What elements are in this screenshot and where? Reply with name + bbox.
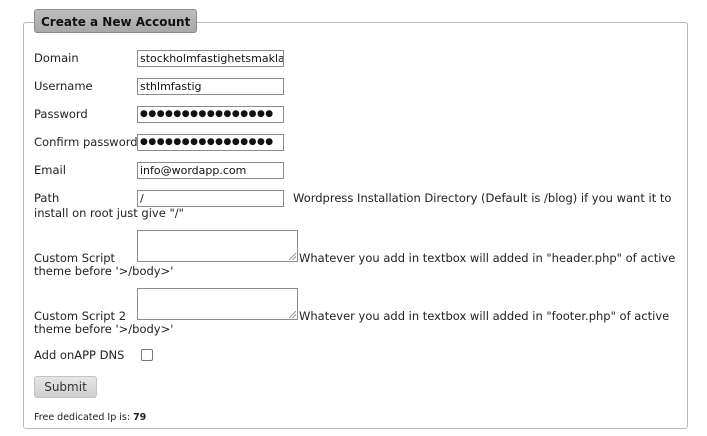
password-input[interactable]: ●●●●●●●●●●●●●●●● <box>137 106 284 123</box>
free-ip-label: Free dedicated Ip is: <box>34 412 131 423</box>
form-fieldset <box>23 22 688 429</box>
custom-script-label: Custom Script <box>34 251 116 265</box>
add-onapp-dns-checkbox[interactable] <box>141 349 153 361</box>
confirm-password-input[interactable]: ●●●●●●●●●●●●●●●● <box>137 134 284 151</box>
path-input[interactable]: / <box>137 190 284 207</box>
resize-grip-icon[interactable] <box>289 311 296 318</box>
submit-button[interactable]: Submit <box>34 376 97 398</box>
confirm-password-label: Confirm password <box>34 135 138 149</box>
free-ip-value: 79 <box>133 412 147 423</box>
form-legend: Create a New Account <box>34 9 198 33</box>
resize-grip-icon[interactable] <box>289 253 296 260</box>
custom-script-note-line2: theme before '>/body>' <box>34 264 174 278</box>
domain-label: Domain <box>34 51 79 65</box>
custom-script-2-note-line2: theme before '>/body>' <box>34 322 174 336</box>
path-note-line1: Wordpress Installation Directory (Defaul… <box>293 191 672 205</box>
path-note-line2: install on root just give "/" <box>34 206 184 220</box>
username-input[interactable]: sthlmfastig <box>137 78 284 95</box>
email-input[interactable]: info@wordapp.com <box>137 162 284 179</box>
free-ip-line: Free dedicated Ip is: 79 <box>34 412 146 423</box>
password-label: Password <box>34 107 88 121</box>
email-label: Email <box>34 163 66 177</box>
domain-input[interactable]: stockholmfastighetsmakla <box>137 50 284 67</box>
custom-script-textarea[interactable] <box>137 230 298 262</box>
custom-script-note: Whatever you add in textbox will added i… <box>299 251 676 265</box>
custom-script-2-note: Whatever you add in textbox will added i… <box>299 309 670 323</box>
username-label: Username <box>34 79 93 93</box>
add-onapp-dns-label: Add onAPP DNS <box>34 348 125 362</box>
custom-script-2-textarea[interactable] <box>137 288 298 320</box>
path-label: Path <box>34 191 60 205</box>
custom-script-2-label: Custom Script 2 <box>34 309 127 323</box>
